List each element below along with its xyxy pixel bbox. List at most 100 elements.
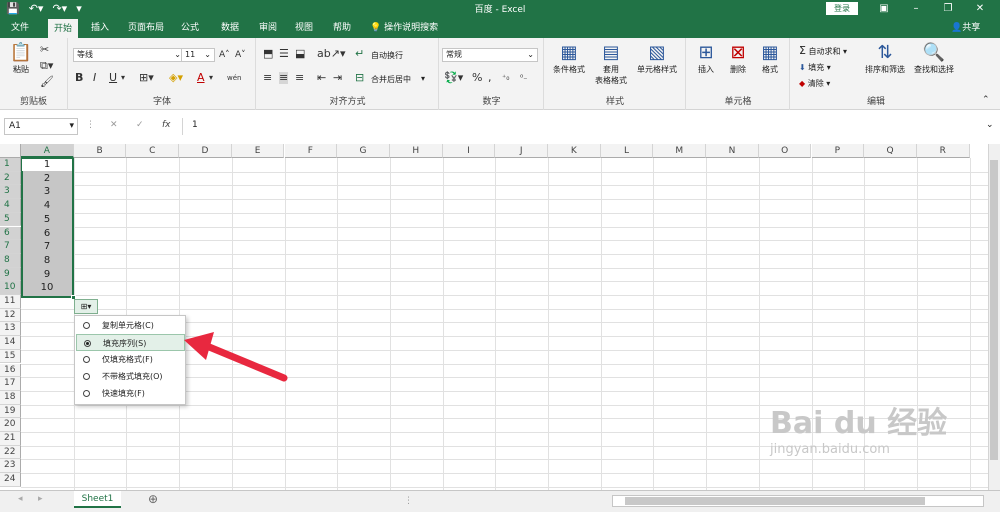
find-select-button[interactable]: 🔍 查找和选择 — [909, 42, 959, 75]
ribbon-display-icon[interactable]: ▣ — [874, 1, 894, 16]
cell-a7[interactable]: 7 — [21, 240, 73, 254]
column-header[interactable]: D — [179, 144, 232, 158]
row-header[interactable]: 15 — [0, 349, 21, 364]
column-header[interactable]: C — [126, 144, 180, 158]
row-header[interactable]: 2 — [0, 171, 21, 186]
select-all-corner[interactable] — [0, 144, 21, 158]
add-sheet-icon[interactable]: ⊕ — [148, 492, 158, 506]
phonetic-button[interactable]: wén — [227, 72, 241, 84]
italic-button[interactable]: I — [93, 72, 96, 84]
insert-cells-button[interactable]: ⊞ 插入 — [691, 42, 721, 75]
currency-icon[interactable]: 💱▾ — [444, 72, 463, 84]
menu-item-copy-cells[interactable]: 复制单元格(C) — [76, 317, 185, 334]
font-color-button[interactable]: A — [197, 72, 205, 84]
copy-icon[interactable]: ⧉▾ — [40, 60, 53, 72]
column-header[interactable]: K — [548, 144, 601, 158]
tab-insert[interactable]: 插入 — [86, 18, 114, 38]
tell-me-search[interactable]: 💡 操作说明搜索 — [370, 18, 438, 38]
tab-home[interactable]: 开始 — [48, 18, 78, 38]
align-top-icon[interactable]: ⬒ — [263, 48, 273, 60]
align-bottom-icon[interactable]: ⬓ — [295, 48, 305, 60]
minimize-icon[interactable]: – — [906, 1, 926, 16]
row-header[interactable]: 17 — [0, 377, 21, 391]
font-name-select[interactable]: 等线 ⌄ — [73, 48, 185, 62]
format-as-table-button[interactable]: ▤ 套用 表格格式 — [591, 42, 631, 86]
row-header[interactable]: 12 — [0, 308, 21, 323]
column-header[interactable]: J — [495, 144, 548, 158]
login-button[interactable]: 登录 — [826, 2, 858, 15]
column-header[interactable]: I — [442, 144, 496, 158]
row-header[interactable]: 21 — [0, 432, 21, 446]
row-header[interactable]: 24 — [0, 473, 21, 487]
bold-button[interactable]: B — [75, 72, 83, 84]
autosum-button[interactable]: Σ 自动求和 ▾ — [799, 44, 847, 57]
merge-center-button[interactable]: 合并后居中 — [371, 74, 411, 85]
menu-item-flash-fill[interactable]: 快速填充(F) — [76, 385, 185, 402]
cell-a9[interactable]: 9 — [21, 268, 73, 282]
align-left-icon[interactable]: ≡ — [263, 72, 272, 84]
row-header[interactable]: 10 — [0, 281, 21, 295]
column-header[interactable]: L — [600, 144, 654, 158]
menu-item-fill-formatting-only[interactable]: 仅填充格式(F) — [76, 351, 185, 368]
increase-decimal-icon[interactable]: ⁺₀ — [502, 72, 509, 84]
tab-formulas[interactable]: 公式 — [176, 18, 204, 38]
align-right-icon[interactable]: ≡ — [295, 72, 304, 84]
column-header[interactable]: O — [758, 144, 812, 158]
row-header[interactable]: 11 — [0, 295, 21, 309]
paste-button[interactable]: 📋 粘贴 — [6, 42, 36, 75]
underline-button[interactable]: U — [109, 72, 117, 84]
align-center-icon[interactable]: ≡ — [279, 72, 289, 84]
cell-styles-button[interactable]: ▧ 单元格样式 — [631, 42, 683, 75]
row-header[interactable]: 8 — [0, 253, 21, 268]
column-header[interactable]: B — [73, 144, 127, 158]
row-header[interactable]: 1 — [0, 158, 21, 172]
column-header[interactable]: H — [389, 144, 443, 158]
cell-a10[interactable]: 10 — [21, 281, 73, 295]
tab-file[interactable]: 文件 — [4, 18, 36, 38]
row-header[interactable]: 22 — [0, 445, 21, 460]
orientation-icon[interactable]: ab↗▾ — [317, 48, 345, 60]
row-header[interactable]: 9 — [0, 267, 21, 282]
row-header[interactable]: 7 — [0, 240, 21, 254]
underline-dropdown-icon[interactable]: ▾ — [121, 72, 125, 84]
fill-button[interactable]: ⬇ 填充 ▾ — [799, 62, 831, 73]
tab-review[interactable]: 审阅 — [254, 18, 282, 38]
collapse-ribbon-icon[interactable]: ⌃ — [982, 94, 990, 106]
font-size-select[interactable]: 11 ⌄ — [181, 48, 215, 62]
row-header[interactable]: 6 — [0, 226, 21, 241]
row-header[interactable]: 13 — [0, 322, 21, 337]
increase-indent-icon[interactable]: ⇥ — [333, 72, 342, 84]
delete-cells-button[interactable]: ⊠ 删除 — [723, 42, 753, 75]
decrease-decimal-icon[interactable]: ⁰₋ — [520, 72, 527, 84]
cell-a8[interactable]: 8 — [21, 254, 73, 268]
restore-icon[interactable]: ❐ — [938, 1, 958, 16]
tab-help[interactable]: 帮助 — [328, 18, 356, 38]
column-header[interactable]: M — [653, 144, 707, 158]
merge-center-icon[interactable]: ⊟ — [355, 72, 364, 84]
align-middle-icon[interactable]: ☰ — [279, 48, 289, 60]
row-header[interactable]: 4 — [0, 199, 21, 213]
row-header[interactable]: 14 — [0, 336, 21, 350]
column-header[interactable]: F — [284, 144, 338, 158]
wrap-text-icon[interactable]: ↵ — [355, 48, 364, 60]
insert-function-icon[interactable]: fx — [162, 120, 171, 130]
column-header[interactable]: R — [916, 144, 970, 158]
row-header[interactable]: 18 — [0, 390, 21, 405]
horizontal-scrollbar[interactable] — [612, 495, 984, 507]
row-header[interactable]: 23 — [0, 459, 21, 474]
row-header[interactable]: 20 — [0, 418, 21, 432]
sheet-tab-sheet1[interactable]: Sheet1 — [74, 491, 121, 508]
formula-input[interactable]: 1 — [192, 120, 198, 130]
tab-data[interactable]: 数据 — [216, 18, 244, 38]
cell-a4[interactable]: 4 — [21, 199, 73, 213]
cell-a5[interactable]: 5 — [21, 213, 73, 227]
font-shrink-button[interactable]: A˅ — [235, 49, 246, 61]
tab-view[interactable]: 视图 — [290, 18, 318, 38]
column-header[interactable]: Q — [864, 144, 917, 158]
column-header[interactable]: A — [21, 144, 74, 158]
horizontal-scroll-thumb[interactable] — [625, 497, 925, 505]
comma-icon[interactable]: , — [488, 72, 492, 84]
sort-filter-button[interactable]: ⇅ 排序和筛选 — [861, 42, 909, 75]
cancel-icon[interactable]: ✕ — [110, 120, 118, 130]
percent-icon[interactable]: % — [472, 72, 482, 84]
